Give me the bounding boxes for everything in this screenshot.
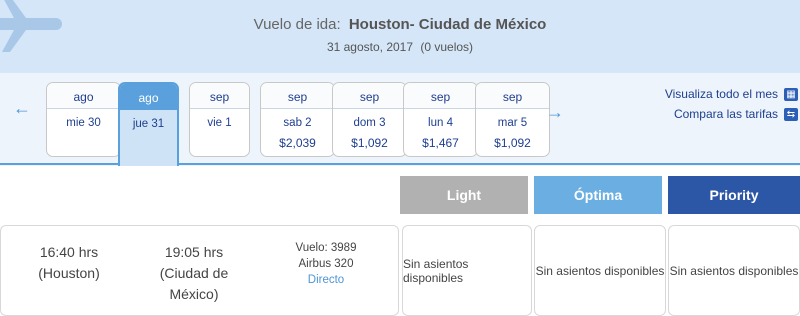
day-price: $2,039 [279,136,316,150]
departure-city: (Houston) [38,265,100,281]
arrival-time: 19:05 hrs [164,244,224,260]
arrival-city: (Ciudad de México) [159,265,229,302]
day-name: dom 3 [353,117,386,129]
availability-optima: Sin asientos disponibles [534,225,666,316]
day-name: sab 2 [283,117,312,129]
availability-light: Sin asientos disponibles [402,225,532,316]
day-card[interactable]: sep sab 2 $2,039 [260,82,335,157]
day-month: sep [404,83,477,109]
day-price: $1,092 [494,136,531,150]
compare-fares-link[interactable]: Compara las tarifas ⇆ [660,104,798,124]
day-card[interactable]: sep lun 4 $1,467 [403,82,478,157]
arrival: 19:05 hrs (Ciudad de México) [149,242,239,305]
day-name: vie 1 [207,117,232,129]
day-card[interactable]: sep mar 5 $1,092 [475,82,550,157]
day-card[interactable]: ago mie 30 [46,82,121,157]
day-name: mar 5 [497,117,528,129]
flight-title: Vuelo de ida: Houston- Ciudad de México [0,16,800,33]
flight-date: 31 agosto, 2017 [326,40,414,54]
day-month: sep [333,83,406,109]
calendar-icon: ▦ [784,87,798,101]
day-month: sep [476,83,549,109]
day-card[interactable]: sep vie 1 [189,82,250,157]
day-card[interactable]: sep dom 3 $1,092 [332,82,407,157]
route-text: Houston- Ciudad de México [348,16,547,33]
day-card-selected[interactable]: ago jue 31 [118,82,179,166]
side-links: Visualiza todo el mes ▦ Compara las tari… [660,84,798,124]
day-name: lun 4 [428,117,453,129]
day-month: ago [120,84,177,110]
view-month-label: Visualiza todo el mes [664,87,778,101]
day-price: $1,467 [422,136,459,150]
day-name: jue 31 [132,118,165,130]
fare-header-priority: Priority [668,176,800,214]
day-month: ago [47,83,120,109]
view-month-link[interactable]: Visualiza todo el mes ▦ [660,84,798,104]
flight-type-link[interactable]: Directo [271,272,381,288]
day-name: mie 30 [66,117,101,129]
flight-info-card: 16:40 hrs (Houston) 19:05 hrs (Ciudad de… [0,225,399,316]
day-month: sep [190,83,249,109]
outbound-label: Vuelo de ida: [253,16,341,33]
fare-header-light: Light [400,176,528,214]
departure: 16:40 hrs (Houston) [29,242,109,284]
day-month: sep [261,83,334,109]
fare-header-optima: Óptima [534,176,662,214]
flight-date-line: 31 agosto, 2017 (0 vuelos) [0,40,800,54]
arrow-right-icon[interactable]: → [546,102,564,123]
availability-priority: Sin asientos disponibles [668,225,800,316]
header-banner: Vuelo de ida: Houston- Ciudad de México … [0,0,800,73]
aircraft: Airbus 320 [298,258,354,270]
flight-number: Vuelo: 3989 [295,242,357,254]
swap-icon: ⇆ [784,107,798,121]
flight-details: Vuelo: 3989 Airbus 320 Directo [271,240,381,288]
arrow-left-icon[interactable]: ← [13,98,31,119]
compare-fares-label: Compara las tarifas [673,107,778,121]
departure-time: 16:40 hrs [39,244,99,260]
flight-count: (0 vuelos) [420,40,474,54]
day-price: $1,092 [351,136,388,150]
